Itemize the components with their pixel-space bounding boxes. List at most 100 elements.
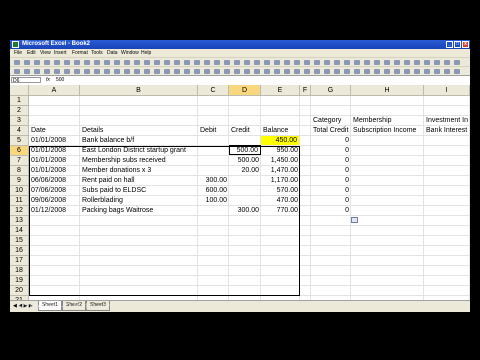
toolbar-button-icon[interactable] [44,69,50,74]
toolbar-button-icon[interactable] [64,69,70,74]
toolbar-button-icon[interactable] [114,69,120,74]
toolbar-button-icon[interactable] [324,69,330,74]
toolbar-button-icon[interactable] [74,60,80,65]
cell-details[interactable]: Rollerblading [82,196,196,205]
toolbar-button-icon[interactable] [384,69,390,74]
menu-file[interactable]: File [14,49,22,57]
toolbar-button-icon[interactable] [54,60,60,65]
toolbar-button-icon[interactable] [194,60,200,65]
header-subs-income[interactable]: Subscription Income [353,126,422,135]
menu-format[interactable]: Format [72,49,88,57]
toolbar-button-icon[interactable] [334,69,340,74]
row-header-13[interactable]: 13 [10,216,29,226]
row-header-11[interactable]: 11 [10,196,29,206]
toolbar-button-icon[interactable] [174,69,180,74]
row-header-10[interactable]: 10 [10,186,29,196]
toolbar-button-icon[interactable] [244,69,250,74]
cell-date[interactable]: 01/01/2008 [31,156,78,165]
row-header-7[interactable]: 7 [10,156,29,166]
cell-debit[interactable] [200,146,227,155]
row-header-16[interactable]: 16 [10,246,29,256]
header-total-credit[interactable]: Total Credit [313,126,349,135]
cell-debit[interactable] [200,156,227,165]
row-header-1[interactable]: 1 [10,96,29,106]
toolbar-button-icon[interactable] [344,69,350,74]
row-header-20[interactable]: 20 [10,286,29,296]
toolbar-button-icon[interactable] [394,69,400,74]
row-header-17[interactable]: 17 [10,256,29,266]
cell-total-credit[interactable]: 0 [313,156,349,165]
cell-debit[interactable]: 600.00 [200,186,227,195]
toolbar-button-icon[interactable] [154,60,160,65]
row-header-2[interactable]: 2 [10,106,29,116]
toolbar-button-icon[interactable] [284,60,290,65]
header-credit[interactable]: Credit [231,126,259,135]
toolbar-button-icon[interactable] [434,69,440,74]
cell-date[interactable]: 09/06/2008 [31,196,78,205]
toolbar-button-icon[interactable] [294,60,300,65]
cell-total-credit[interactable]: 0 [313,196,349,205]
row-header-14[interactable]: 14 [10,226,29,236]
toolbar-button-icon[interactable] [274,60,280,65]
row-header-8[interactable]: 8 [10,166,29,176]
toolbar-button-icon[interactable] [454,69,460,74]
toolbar-button-icon[interactable] [234,60,240,65]
cell-credit[interactable]: 300.00 [231,206,259,215]
toolbar-button-icon[interactable] [214,69,220,74]
toolbar-button-icon[interactable] [244,60,250,65]
toolbar-button-icon[interactable] [324,60,330,65]
header-details[interactable]: Details [82,126,196,135]
toolbar-button-icon[interactable] [444,60,450,65]
cell-date[interactable]: 01/01/2008 [31,146,78,155]
column-header-b[interactable]: B [80,85,198,96]
cell-date[interactable]: 01/12/2008 [31,206,78,215]
toolbar-button-icon[interactable] [104,69,110,74]
toolbar-button-icon[interactable] [134,60,140,65]
header-membership[interactable]: Membership [353,116,422,125]
cell-date[interactable]: 06/06/2008 [31,176,78,185]
cell-date[interactable]: 01/01/2008 [31,136,78,145]
toolbar-button-icon[interactable] [284,69,290,74]
cell-date[interactable]: 01/01/2008 [31,166,78,175]
toolbar-button-icon[interactable] [164,69,170,74]
row-header-9[interactable]: 9 [10,176,29,186]
cell-balance[interactable]: 450.00 [261,136,299,145]
toolbar-button-icon[interactable] [334,60,340,65]
cell-total-credit[interactable]: 0 [313,146,349,155]
autofill-options-icon[interactable] [351,217,358,223]
toolbar-button-icon[interactable] [384,60,390,65]
toolbar-button-icon[interactable] [374,60,380,65]
toolbar-button-icon[interactable] [34,69,40,74]
cell-total-credit[interactable]: 0 [313,176,349,185]
toolbar-button-icon[interactable] [14,60,20,65]
toolbar-button-icon[interactable] [254,60,260,65]
column-header-a[interactable]: A [29,85,80,96]
column-header-f[interactable]: F [300,85,311,96]
select-all-corner[interactable] [10,85,29,96]
menu-tools[interactable]: Tools [91,49,103,57]
cell-credit[interactable]: 500.00 [229,145,261,155]
row-header-5[interactable]: 5 [10,136,29,146]
cell-date[interactable]: 07/06/2008 [31,186,78,195]
toolbar-button-icon[interactable] [354,60,360,65]
cell-details[interactable]: East London District startup grant [82,146,196,155]
row-header-3[interactable]: 3 [10,116,29,126]
toolbar-button-icon[interactable] [454,60,460,65]
toolbar-button-icon[interactable] [24,60,30,65]
cell-balance[interactable]: 1,450.00 [263,156,298,165]
cell-total-credit[interactable]: 0 [313,166,349,175]
toolbar-button-icon[interactable] [304,69,310,74]
toolbar-button-icon[interactable] [224,60,230,65]
toolbar-button-icon[interactable] [434,60,440,65]
toolbar-button-icon[interactable] [204,69,210,74]
toolbar-button-icon[interactable] [204,60,210,65]
maximize-icon[interactable]: □ [454,41,461,48]
minimize-icon[interactable]: _ [446,41,453,48]
cell-debit[interactable] [200,166,227,175]
toolbar-button-icon[interactable] [54,69,60,74]
header-date[interactable]: Date [31,126,78,135]
toolbar-button-icon[interactable] [124,60,130,65]
menu-edit[interactable]: Edit [27,49,36,57]
cell-details[interactable]: Subs paid to ELDSC [82,186,196,195]
toolbar-button-icon[interactable] [304,60,310,65]
